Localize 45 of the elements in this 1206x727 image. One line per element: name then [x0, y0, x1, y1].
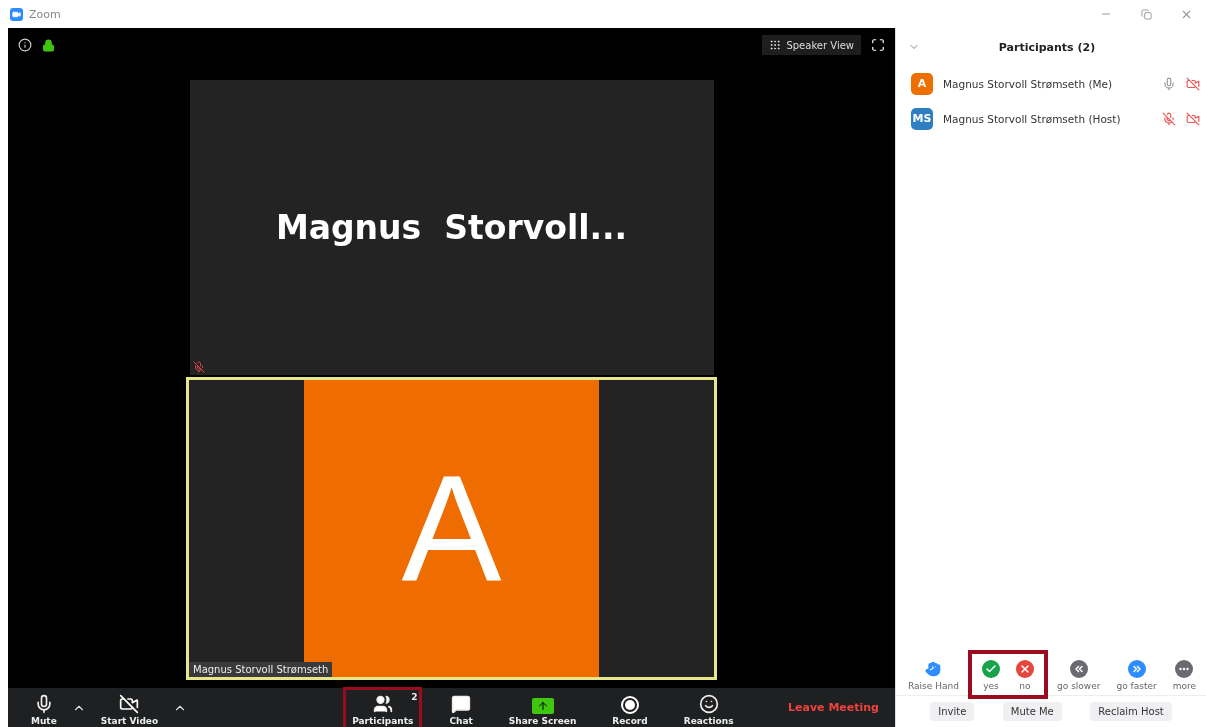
cross-icon: [1015, 660, 1034, 678]
rewind-icon: [1069, 660, 1088, 678]
name-tag: Magnus Storvoll Strømseth: [189, 662, 333, 677]
toolbar-button[interactable]: Share Screen: [499, 691, 586, 727]
fast-forward-icon: [1127, 660, 1146, 678]
participant-name: Magnus Storvoll Strømseth (Host): [943, 112, 1122, 125]
toolbar-button[interactable]: Record: [603, 689, 657, 727]
info-icon[interactable]: [18, 38, 32, 52]
feedback-button[interactable]: go faster: [1112, 660, 1161, 691]
avatar-initials: A: [911, 72, 933, 95]
panel-button[interactable]: Reclaim Host: [1090, 702, 1172, 721]
hand-icon: [924, 660, 943, 678]
feedback-button[interactable]: Raise Hand: [904, 660, 963, 691]
check-icon: [981, 660, 1000, 678]
participant-row[interactable]: MS Magnus Storvoll Strømseth (Host): [896, 101, 1206, 136]
panel-button[interactable]: Mute Me: [1002, 702, 1062, 721]
toolbar-button[interactable]: Chat: [440, 687, 482, 727]
grid-icon: [769, 39, 782, 51]
feedback-button[interactable]: go slower: [1053, 660, 1105, 691]
toolbar-button[interactable]: Participants 2: [343, 687, 423, 727]
app-logo-icon: [10, 7, 23, 21]
feedback-button[interactable]: more: [1168, 660, 1200, 691]
avatar-letter: A: [401, 443, 502, 614]
panel-button[interactable]: Invite: [930, 702, 975, 721]
people-icon: [372, 694, 393, 714]
panel-title: Participants (2): [997, 40, 1097, 54]
participant-count: 2: [411, 692, 418, 702]
more-icon: [1175, 660, 1194, 678]
speaker-view-button[interactable]: Speaker View: [762, 35, 861, 55]
video-off-icon: [119, 694, 140, 714]
toolbar-button[interactable]: Mute: [22, 687, 66, 727]
chat-bubble-icon: [451, 694, 472, 714]
fullscreen-icon[interactable]: [871, 38, 885, 52]
window-title: Zoom: [29, 7, 62, 21]
participant-name: Magnus Storvoll...: [275, 208, 628, 247]
avatar-initials: MS: [911, 107, 933, 130]
record-icon: [621, 696, 640, 714]
participant-name: Magnus Storvoll Strømseth (Me): [943, 77, 1114, 90]
leave-meeting-button[interactable]: Leave Meeting: [782, 700, 885, 715]
smiley-icon: [698, 694, 719, 714]
feedback-button[interactable]: no: [1011, 660, 1038, 691]
toolbar-button[interactable]: Start Video: [91, 687, 168, 727]
participant-row[interactable]: A Magnus Storvoll Strømseth (Me): [896, 66, 1206, 101]
feedback-button[interactable]: yes: [977, 660, 1004, 691]
toolbar-button[interactable]: Reactions: [674, 687, 743, 727]
